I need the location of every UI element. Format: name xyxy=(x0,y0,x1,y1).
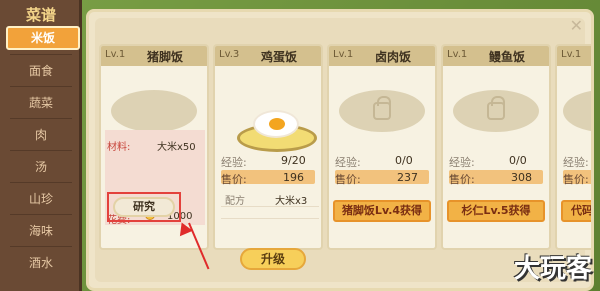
card-level: Lv.1 xyxy=(333,49,354,60)
card-header: Lv.3 鸡蛋饭 xyxy=(215,46,321,66)
egg-yolk xyxy=(269,118,285,130)
recipe-card-4: Lv.1 鳗鱼饭 经验: 0/0 售价: 308 杉仁Lv.5获得 xyxy=(441,44,551,250)
price-label: 售价: xyxy=(563,173,589,186)
card-header: Lv.1 xyxy=(557,46,591,66)
material-value: 大米x50 xyxy=(157,142,196,153)
exp-value: 0/0 xyxy=(395,154,413,167)
card-level: Lv.1 xyxy=(561,49,582,60)
recipe-label: 配方 xyxy=(225,196,245,207)
sidebar-divider xyxy=(10,118,72,119)
exp-label: 经验: xyxy=(563,156,589,169)
category-sidebar: 菜谱 米饭 面食 蔬菜 肉 汤 山珍 海味 酒水 xyxy=(0,0,82,291)
unlock-condition-button[interactable]: 杉仁Lv.5获得 xyxy=(447,200,545,222)
sidebar-title: 菜谱 xyxy=(25,6,56,24)
exp-label: 经验: xyxy=(449,156,475,169)
dish-image xyxy=(111,76,199,136)
card-header: Lv.1 鳗鱼饭 xyxy=(443,46,549,66)
dish-image xyxy=(563,76,591,136)
price-label: 售价: xyxy=(449,173,475,186)
exp-value: 9/20 xyxy=(281,154,306,167)
dish-image xyxy=(453,76,541,136)
lock-icon xyxy=(373,96,391,120)
card-level: Lv.1 xyxy=(447,49,468,60)
sidebar-item-mountain-delicacies[interactable]: 山珍 xyxy=(6,188,76,210)
dish-image xyxy=(339,76,427,136)
price-value: 196 xyxy=(283,171,304,184)
card-header: Lv.1 猪脚饭 xyxy=(101,46,207,66)
recipe-card-3: Lv.1 卤肉饭 经验: 0/0 售价: 237 猪脚饭Lv.4获得 xyxy=(327,44,437,250)
sidebar-item-soup[interactable]: 汤 xyxy=(6,156,76,178)
sidebar-item-vegetables[interactable]: 蔬菜 xyxy=(6,92,76,114)
sidebar-item-rice[interactable]: 米饭 xyxy=(6,26,80,50)
sidebar-divider xyxy=(10,150,72,151)
unlock-condition-button[interactable]: 猪脚饭Lv.4获得 xyxy=(333,200,431,222)
price-label: 售价: xyxy=(335,173,361,186)
sidebar-item-drinks[interactable]: 酒水 xyxy=(6,252,76,274)
recipe-value: 大米x3 xyxy=(275,196,308,207)
recipe-card-5: Lv.1 经验: 售价: 代码 xyxy=(555,44,591,250)
price-value: 237 xyxy=(397,171,418,184)
price-label: 售价: xyxy=(221,173,247,186)
exp-label: 经验: xyxy=(221,156,247,169)
dish-image xyxy=(225,76,317,152)
card-name: 猪脚饭 xyxy=(147,50,184,64)
exp-label: 经验: xyxy=(335,156,361,169)
sidebar-item-seafood[interactable]: 海味 xyxy=(6,220,76,242)
price-value: 308 xyxy=(511,171,532,184)
card-level: Lv.3 xyxy=(219,49,240,60)
dish-placeholder xyxy=(111,90,197,132)
sidebar-item-noodles[interactable]: 面食 xyxy=(6,60,76,82)
divider xyxy=(221,206,319,207)
card-header: Lv.1 卤肉饭 xyxy=(329,46,435,66)
card-name: 鸡蛋饭 xyxy=(261,50,298,64)
sidebar-divider xyxy=(10,182,72,183)
sidebar-item-meat[interactable]: 肉 xyxy=(6,124,76,146)
exp-value: 0/0 xyxy=(509,154,527,167)
sidebar-divider xyxy=(10,54,72,55)
sidebar-divider xyxy=(10,86,72,87)
unlock-condition-button[interactable]: 代码 xyxy=(561,200,591,222)
card-level: Lv.1 xyxy=(105,49,126,60)
card-name: 鳗鱼饭 xyxy=(489,50,526,64)
dish-placeholder xyxy=(563,90,591,132)
sidebar-divider xyxy=(10,214,72,215)
recipe-card-2: Lv.3 鸡蛋饭 经验: 9/20 售价: 196 配方 大米x3 xyxy=(213,44,323,250)
lock-icon xyxy=(487,96,505,120)
watermark: 大玩客 xyxy=(513,254,592,284)
close-icon[interactable]: ✕ xyxy=(570,16,583,35)
divider xyxy=(221,218,319,219)
material-label: 材料: xyxy=(107,142,131,153)
research-button[interactable]: 研究 xyxy=(113,197,175,217)
upgrade-button[interactable]: 升级 xyxy=(240,248,306,270)
sidebar-divider xyxy=(10,246,72,247)
card-name: 卤肉饭 xyxy=(375,50,412,64)
